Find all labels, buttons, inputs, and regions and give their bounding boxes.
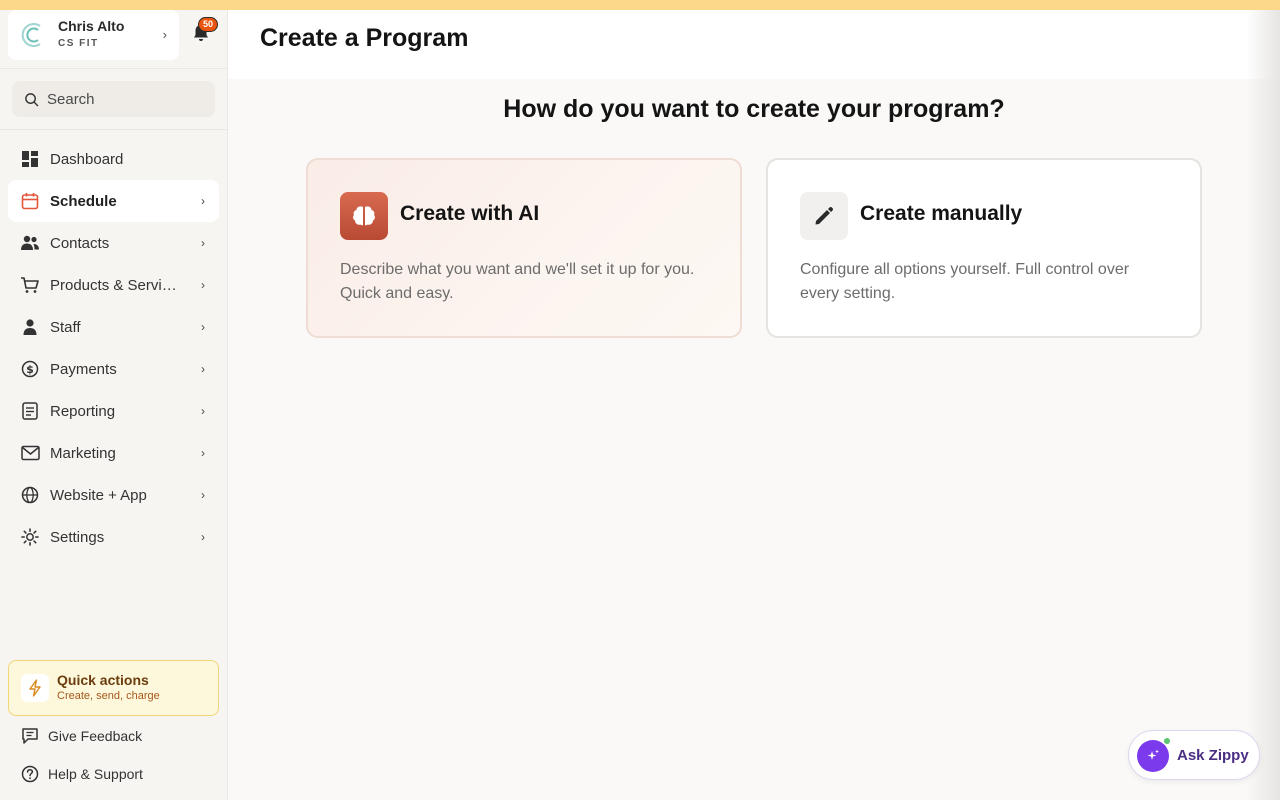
card-title: Create manually [860,202,1023,225]
account-org: CS FIT [58,38,99,49]
create-manually-card[interactable]: Create manually Configure all options yo… [766,158,1202,338]
card-title: Create with AI [400,202,540,225]
sidebar-item-payments[interactable]: $ Payments › [8,348,219,390]
sidebar-item-label: Contacts [50,234,110,252]
card-description: Describe what you want and we'll set it … [340,261,695,302]
sidebar-item-label: Dashboard [50,150,124,168]
brain-icon [340,192,388,240]
dollar-circle-icon: $ [20,359,40,379]
give-feedback-label: Give Feedback [48,728,143,744]
page-title: Create a Program [260,24,469,52]
top-accent-bar [0,0,1280,10]
chevron-right-icon: › [201,446,205,460]
side-panel-edge [1246,10,1280,800]
sidebar-item-label: Products & Services [50,276,182,294]
divider [0,68,227,69]
brand-logo-icon [21,23,41,47]
account-switcher[interactable]: Chris Alto CS FIT › [8,10,179,60]
chevron-right-icon: › [201,236,205,250]
chevron-right-icon: › [201,404,205,418]
help-circle-icon [20,764,40,784]
chevron-right-icon: › [201,278,205,292]
sidebar-item-label: Settings [50,528,105,546]
globe-icon [20,485,40,505]
sidebar-item-label: Reporting [50,402,116,420]
sidebar-nav: Dashboard Schedule › Contacts › Products… [8,138,219,558]
contacts-icon [20,233,40,253]
page-header: Create a Program [228,10,1280,79]
sidebar-item-label: Marketing [50,444,116,462]
help-support-label: Help & Support [48,766,143,782]
sidebar-item-products-services[interactable]: Products & Services › [8,264,219,306]
sidebar-item-settings[interactable]: Settings › [8,516,219,558]
sidebar-item-dashboard[interactable]: Dashboard [8,138,219,180]
divider [0,129,227,130]
search-icon [25,92,39,106]
mail-icon [20,443,40,463]
gear-icon [20,527,40,547]
sidebar-item-staff[interactable]: Staff › [8,306,219,348]
search-input[interactable] [47,90,207,108]
sparkle-icon [1137,740,1169,772]
sidebar-item-label: Payments [50,360,117,378]
quick-actions-subtitle: Create, send, charge [57,690,160,702]
chevron-right-icon: › [162,27,167,42]
chevron-right-icon: › [201,530,205,544]
report-icon [20,401,40,421]
dashboard-icon [20,149,40,169]
create-with-ai-card[interactable]: Create with AI Describe what you want an… [306,158,742,338]
sidebar-item-reporting[interactable]: Reporting › [8,390,219,432]
notification-badge: 50 [198,17,218,32]
give-feedback-link[interactable]: Give Feedback [20,726,142,746]
calendar-icon [20,191,40,211]
chevron-right-icon: › [201,488,205,502]
sidebar-item-contacts[interactable]: Contacts › [8,222,219,264]
search-box[interactable] [12,81,215,117]
quick-actions-title: Quick actions [57,672,149,688]
chevron-right-icon: › [201,320,205,334]
online-status-dot [1163,737,1171,745]
sidebar-item-marketing[interactable]: Marketing › [8,432,219,474]
person-icon [20,317,40,337]
ask-zippy-label: Ask Zippy [1177,747,1249,764]
sidebar-item-schedule[interactable]: Schedule › [8,180,219,222]
help-support-link[interactable]: Help & Support [20,764,143,784]
sidebar-item-label: Website + App [50,486,147,504]
sidebar-item-label: Schedule [50,192,117,210]
sidebar-item-website-app[interactable]: Website + App › [8,474,219,516]
creation-question: How do you want to create your program? [503,95,1005,123]
sidebar-item-label: Staff [50,318,81,336]
lightning-icon [21,674,49,702]
pencil-icon [800,192,848,240]
card-description: Configure all options yourself. Full con… [800,261,1130,302]
quick-actions-button[interactable]: Quick actions Create, send, charge [8,660,219,716]
svg-text:$: $ [26,363,34,376]
chevron-right-icon: › [201,194,205,208]
sidebar: Chris Alto CS FIT › 50 Dashboard Schedul… [0,0,228,800]
feedback-icon [20,726,40,746]
account-name: Chris Alto [58,18,125,34]
ask-zippy-button[interactable]: Ask Zippy [1128,730,1260,780]
chevron-right-icon: › [201,362,205,376]
cart-icon [20,275,40,295]
